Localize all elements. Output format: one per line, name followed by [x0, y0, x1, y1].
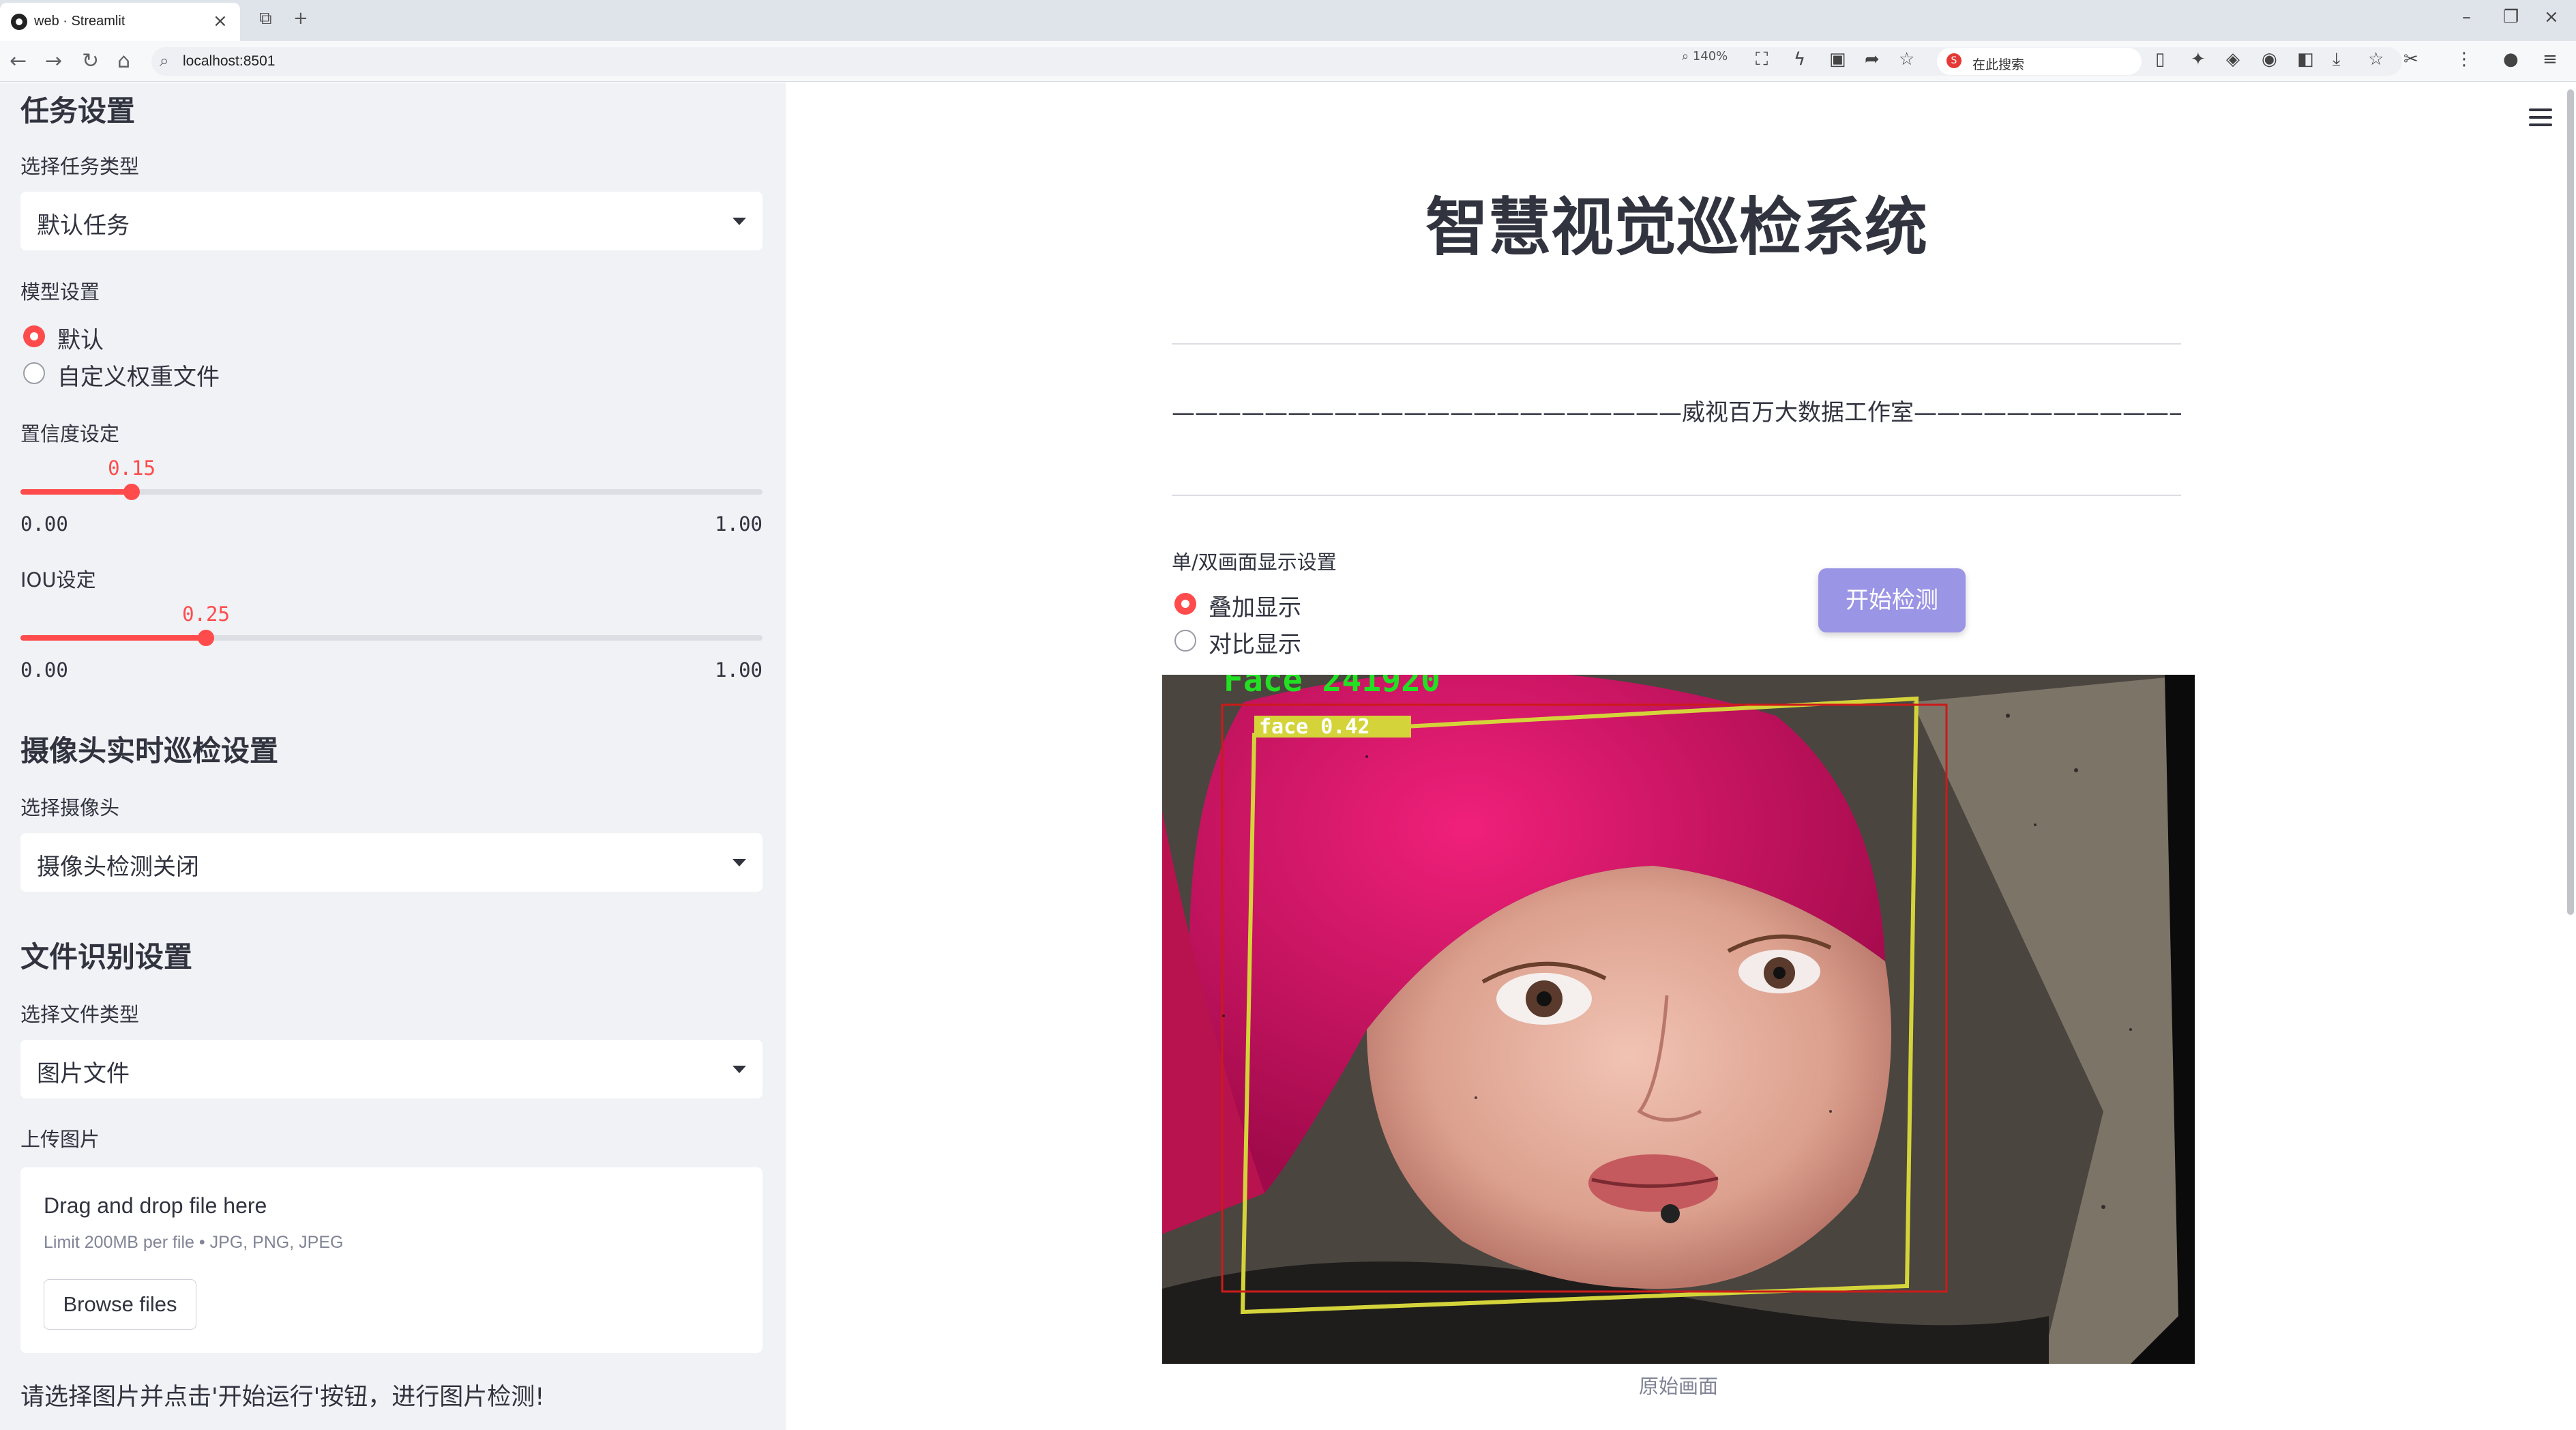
forward-icon[interactable]: → [45, 49, 62, 73]
display-radio-compare-label: 对比显示 [1209, 631, 1301, 658]
start-detection-button[interactable]: 开始检测 [1818, 568, 1966, 632]
search-engine-logo-icon: S [1946, 53, 1961, 68]
radio-checked-icon [1174, 593, 1196, 615]
share-icon[interactable]: ➦ [1865, 49, 1880, 70]
chevron-down-icon [732, 218, 746, 225]
face-photo: Face 241920 face 0.42 [1162, 675, 2195, 1364]
phone-icon[interactable]: ▯ [2155, 49, 2165, 70]
tab-title: web · Streamlit [34, 14, 125, 29]
image-caption: 原始画面 [1638, 1375, 1718, 1398]
slider-fill [20, 489, 132, 495]
search-icon: ⌕ [160, 51, 169, 70]
streamlit-favicon-icon [11, 14, 27, 30]
home-icon[interactable]: ⌂ [117, 49, 130, 73]
lightning-icon[interactable]: ϟ [1794, 49, 1805, 70]
tab-close-icon[interactable]: × [213, 11, 228, 31]
file-uploader-dropzone[interactable]: Drag and drop file here Limit 200MB per … [20, 1167, 763, 1353]
browser-menu-icon[interactable]: ≡ [2543, 49, 2558, 70]
slider-max: 1.00 [715, 512, 763, 536]
browser-tab-bar: web · Streamlit × ⧉ + – ❐ × [0, 0, 2576, 41]
camera-select[interactable]: 摄像头检测关闭 [20, 833, 763, 892]
confidence-value: 0.15 [108, 456, 156, 480]
page-title: 智慧视觉巡检系统 [1425, 191, 1927, 264]
sidebar-hint-text: 请选择图片并点击'开始运行'按钮，进行图片检测! [20, 1384, 545, 1411]
favorites-icon[interactable]: ☆ [2368, 49, 2384, 70]
translate-icon[interactable]: ⛶ [1756, 49, 1768, 70]
task-type-label: 选择任务类型 [20, 155, 140, 178]
extension2-icon[interactable]: ◈ [2226, 49, 2240, 70]
camera-settings-heading: 摄像头实时巡检设置 [20, 734, 279, 768]
display-mode-label: 单/双画面显示设置 [1172, 551, 1337, 574]
slider-max: 1.00 [715, 658, 763, 682]
browse-files-button[interactable]: Browse files [44, 1279, 196, 1330]
slider-thumb[interactable] [123, 484, 140, 500]
detection-label-text: face 0.42 [1259, 715, 1370, 739]
model-radio-custom-label: 自定义权重文件 [57, 364, 220, 391]
model-radio-default-label: 默认 [57, 327, 104, 354]
camera-select-value: 摄像头检测关闭 [37, 853, 199, 881]
iou-slider[interactable]: 0.25 0.00 1.00 [20, 596, 763, 682]
confidence-slider[interactable]: 0.15 0.00 1.00 [20, 450, 763, 536]
overlay-count-text: Face 241920 [1224, 675, 1440, 699]
file-type-select[interactable]: 图片文件 [20, 1040, 763, 1098]
confidence-label: 置信度设定 [20, 422, 120, 446]
scissors-icon[interactable]: ✂ [2403, 49, 2418, 70]
iou-label: IOU设定 [20, 568, 96, 592]
download-icon[interactable]: ⤓ [2333, 49, 2341, 70]
back-icon[interactable]: ← [10, 49, 27, 73]
drop-text: Drag and drop file here [44, 1193, 267, 1218]
zoom-indicator[interactable]: ⌕ 140% [1682, 49, 1728, 63]
studio-subtitle: ——————————————————————威视百万大数据工作室————————… [1172, 399, 2181, 426]
iou-value: 0.25 [182, 602, 230, 626]
browser-toolbar: ← → ↻ ⌂ ⌕ localhost:8501 ⌕ 140% ⛶ ϟ ▣ ➦ … [0, 41, 2576, 82]
new-tab-icon[interactable]: + [293, 8, 308, 29]
radio-checked-icon [23, 325, 45, 347]
screenshot-icon[interactable]: ▣ [1829, 49, 1846, 70]
file-type-label: 选择文件类型 [20, 1003, 140, 1026]
search-placeholder: 在此搜索 [1972, 57, 2025, 72]
task-settings-heading: 任务设置 [20, 94, 136, 128]
chevron-down-icon [732, 859, 746, 866]
task-type-value: 默认任务 [37, 212, 130, 239]
extension-icon[interactable]: ✦ [2191, 49, 2206, 70]
minimize-icon[interactable]: – [2462, 7, 2471, 27]
file-type-value: 图片文件 [37, 1060, 130, 1088]
display-radio-overlay-label: 叠加显示 [1209, 594, 1301, 622]
sidebar: 任务设置 选择任务类型 默认任务 模型设置 默认 自定义权重文件 置信度设定 0… [0, 83, 786, 1430]
close-window-icon[interactable]: × [2544, 7, 2559, 27]
extension4-icon[interactable]: ◧ [2297, 49, 2314, 70]
divider [1172, 495, 2181, 496]
model-settings-label: 模型设置 [20, 280, 100, 304]
browser-search-box[interactable]: S 在此搜索 [1937, 48, 2142, 75]
hamburger-menu-icon[interactable] [2529, 108, 2552, 126]
reload-icon[interactable]: ↻ [82, 49, 99, 73]
tab-groups-icon[interactable]: ⧉ [259, 8, 272, 29]
scrollbar[interactable] [2567, 89, 2574, 915]
divider [1172, 343, 2181, 345]
main-content: 智慧视觉巡检系统 ——————————————————————威视百万大数据工作… [786, 83, 2576, 1430]
radio-unchecked-icon [1174, 630, 1196, 652]
detection-result-image: Face 241920 face 0.42 [1162, 675, 2195, 1364]
bookmark-star-icon[interactable]: ☆ [1899, 49, 1914, 70]
slider-min: 0.00 [20, 658, 68, 682]
url-text: localhost:8501 [183, 53, 276, 69]
profile-avatar-icon[interactable]: ● [2503, 49, 2519, 70]
slider-thumb[interactable] [198, 630, 214, 646]
slider-fill [20, 635, 206, 641]
browser-tab[interactable]: web · Streamlit × [0, 3, 240, 41]
zoom-level: 140% [1692, 49, 1728, 63]
file-settings-heading: 文件识别设置 [20, 940, 193, 974]
restore-icon[interactable]: ❐ [2503, 7, 2519, 27]
chevron-down-icon [732, 1066, 746, 1073]
extension3-icon[interactable]: ◉ [2262, 49, 2277, 70]
upload-label: 上传图片 [20, 1128, 100, 1151]
radio-unchecked-icon [23, 362, 45, 384]
more-vertical-icon[interactable]: ⋮ [2455, 49, 2473, 70]
camera-select-label: 选择摄像头 [20, 796, 120, 819]
upload-limit-text: Limit 200MB per file • JPG, PNG, JPEG [44, 1233, 344, 1252]
task-type-select[interactable]: 默认任务 [20, 192, 763, 250]
slider-min: 0.00 [20, 512, 68, 536]
